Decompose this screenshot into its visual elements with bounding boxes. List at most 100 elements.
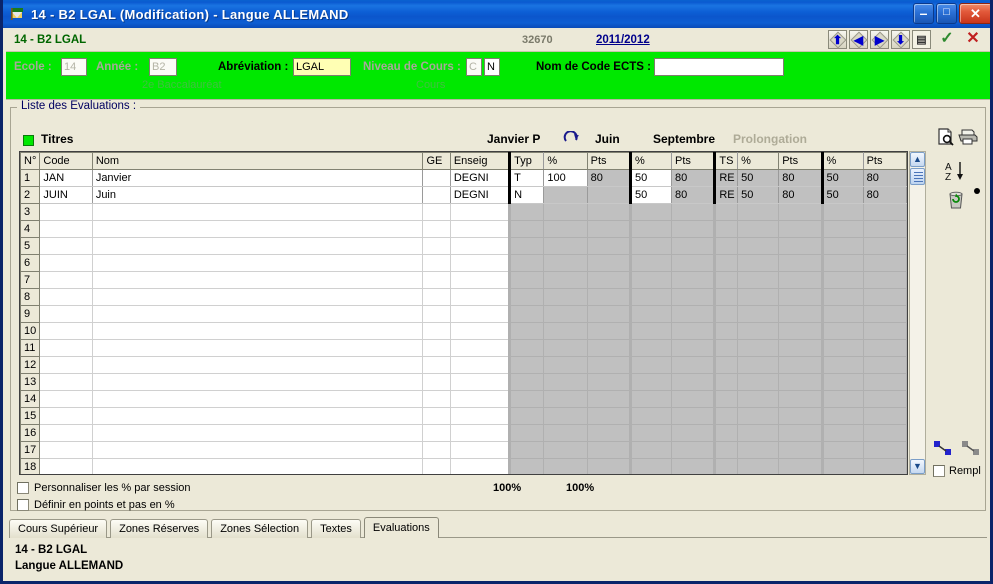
cell-empty[interactable] — [628, 424, 673, 442]
cell-empty[interactable] — [628, 237, 673, 255]
cell-empty[interactable] — [508, 271, 545, 289]
cell-empty[interactable] — [862, 441, 907, 459]
cell-empty[interactable] — [671, 441, 716, 459]
previous-record-button[interactable]: ◀ — [849, 30, 868, 49]
cell-empty[interactable] — [449, 220, 511, 238]
cell-empty[interactable] — [39, 237, 93, 255]
cell-empty[interactable] — [449, 203, 511, 221]
cell-empty[interactable] — [713, 424, 739, 442]
cell-empty[interactable] — [508, 203, 545, 221]
cell-empty[interactable] — [820, 424, 864, 442]
next-record-button[interactable]: ▶ — [870, 30, 889, 49]
table-row[interactable]: 15 — [20, 407, 907, 425]
col-ge[interactable]: GE — [422, 152, 451, 170]
cell-empty[interactable] — [778, 237, 823, 255]
cell-empty[interactable] — [586, 339, 631, 357]
confirm-button[interactable]: ✓ — [937, 29, 957, 49]
cell-juin-pct[interactable]: 50 — [628, 186, 673, 204]
cell-empty[interactable] — [737, 373, 780, 391]
cell-empty[interactable] — [671, 458, 716, 474]
tab-zones-reserves[interactable]: Zones Réserves — [110, 519, 209, 538]
table-row[interactable]: 6 — [20, 254, 907, 272]
last-record-button[interactable]: ⬇ — [891, 30, 910, 49]
cell-empty[interactable] — [737, 390, 780, 408]
cell-empty[interactable] — [628, 271, 673, 289]
cell-empty[interactable] — [39, 220, 93, 238]
record-list-button[interactable]: ▤ — [912, 30, 931, 49]
cancel-button[interactable]: ✕ — [963, 29, 983, 49]
cell-empty[interactable] — [91, 271, 424, 289]
cell-empty[interactable] — [91, 220, 424, 238]
cell-empty[interactable] — [737, 407, 780, 425]
definir-points-checkbox-group[interactable]: Définir en points et pas en % — [17, 499, 175, 511]
cell-empty[interactable] — [737, 288, 780, 306]
col-septembre-ts[interactable]: TS — [713, 152, 739, 170]
col-septembre-pct[interactable]: % — [737, 152, 780, 170]
cell-empty[interactable] — [820, 356, 864, 374]
cell-empty[interactable] — [671, 390, 716, 408]
cell-empty[interactable] — [543, 458, 588, 474]
cell-ge[interactable] — [422, 169, 451, 187]
cell-empty[interactable] — [713, 254, 739, 272]
cell-empty[interactable] — [39, 441, 93, 459]
tab-zones-selection[interactable]: Zones Sélection — [211, 519, 309, 538]
cell-empty[interactable] — [586, 407, 631, 425]
personnaliser-checkbox-group[interactable]: Personnaliser les % par session — [17, 482, 191, 494]
cell-juin-pct[interactable]: 50 — [628, 169, 673, 187]
cell-empty[interactable] — [713, 203, 739, 221]
cell-empty[interactable] — [508, 441, 545, 459]
cell-empty[interactable] — [820, 441, 864, 459]
cell-empty[interactable] — [39, 271, 93, 289]
cell-ge[interactable] — [422, 186, 451, 204]
first-record-button[interactable]: ⬆ — [828, 30, 847, 49]
cell-empty[interactable] — [91, 288, 424, 306]
cell-empty[interactable] — [91, 390, 424, 408]
cell-empty[interactable] — [543, 254, 588, 272]
cell-empty[interactable] — [39, 339, 93, 357]
cell-empty[interactable] — [586, 271, 631, 289]
cell-empty[interactable] — [778, 339, 823, 357]
cell-empty[interactable] — [737, 203, 780, 221]
niveau-c-field[interactable] — [466, 58, 482, 76]
cell-empty[interactable] — [422, 254, 451, 272]
cell-empty[interactable] — [586, 390, 631, 408]
cell-empty[interactable] — [737, 424, 780, 442]
cell-empty[interactable] — [713, 356, 739, 374]
cell-empty[interactable] — [713, 441, 739, 459]
tab-textes[interactable]: Textes — [311, 519, 361, 538]
niveau-n-field[interactable] — [484, 58, 500, 76]
tab-cours-superieur[interactable]: Cours Supérieur — [9, 519, 108, 538]
table-row[interactable]: 9 — [20, 305, 907, 323]
trash-icon[interactable] — [946, 190, 966, 210]
cell-empty[interactable] — [508, 237, 545, 255]
cell-empty[interactable] — [508, 322, 545, 340]
maximize-button[interactable]: □ — [936, 3, 957, 24]
cell-empty[interactable] — [778, 424, 823, 442]
cell-empty[interactable] — [778, 407, 823, 425]
cell-empty[interactable] — [449, 271, 511, 289]
annee-field[interactable] — [149, 58, 177, 76]
cell-typ[interactable]: N — [508, 186, 545, 204]
cell-empty[interactable] — [628, 441, 673, 459]
table-row[interactable]: 8 — [20, 288, 907, 306]
cell-empty[interactable] — [543, 203, 588, 221]
cell-empty[interactable] — [422, 441, 451, 459]
cell-empty[interactable] — [543, 322, 588, 340]
cell-empty[interactable] — [422, 407, 451, 425]
cell-empty[interactable] — [508, 407, 545, 425]
cell-empty[interactable] — [508, 458, 545, 474]
col-juin-pct[interactable]: % — [628, 152, 673, 170]
col-nom[interactable]: Nom — [91, 152, 424, 170]
cell-empty[interactable] — [671, 271, 716, 289]
rempl-checkbox[interactable] — [933, 465, 945, 477]
cell-empty[interactable] — [39, 288, 93, 306]
cell-empty[interactable] — [422, 220, 451, 238]
cell-empty[interactable] — [862, 305, 907, 323]
cell-empty[interactable] — [778, 441, 823, 459]
cell-empty[interactable] — [671, 305, 716, 323]
cell-empty[interactable] — [422, 373, 451, 391]
cell-empty[interactable] — [449, 356, 511, 374]
link-blue-icon[interactable] — [933, 440, 955, 458]
cell-empty[interactable] — [820, 407, 864, 425]
cell-empty[interactable] — [422, 424, 451, 442]
